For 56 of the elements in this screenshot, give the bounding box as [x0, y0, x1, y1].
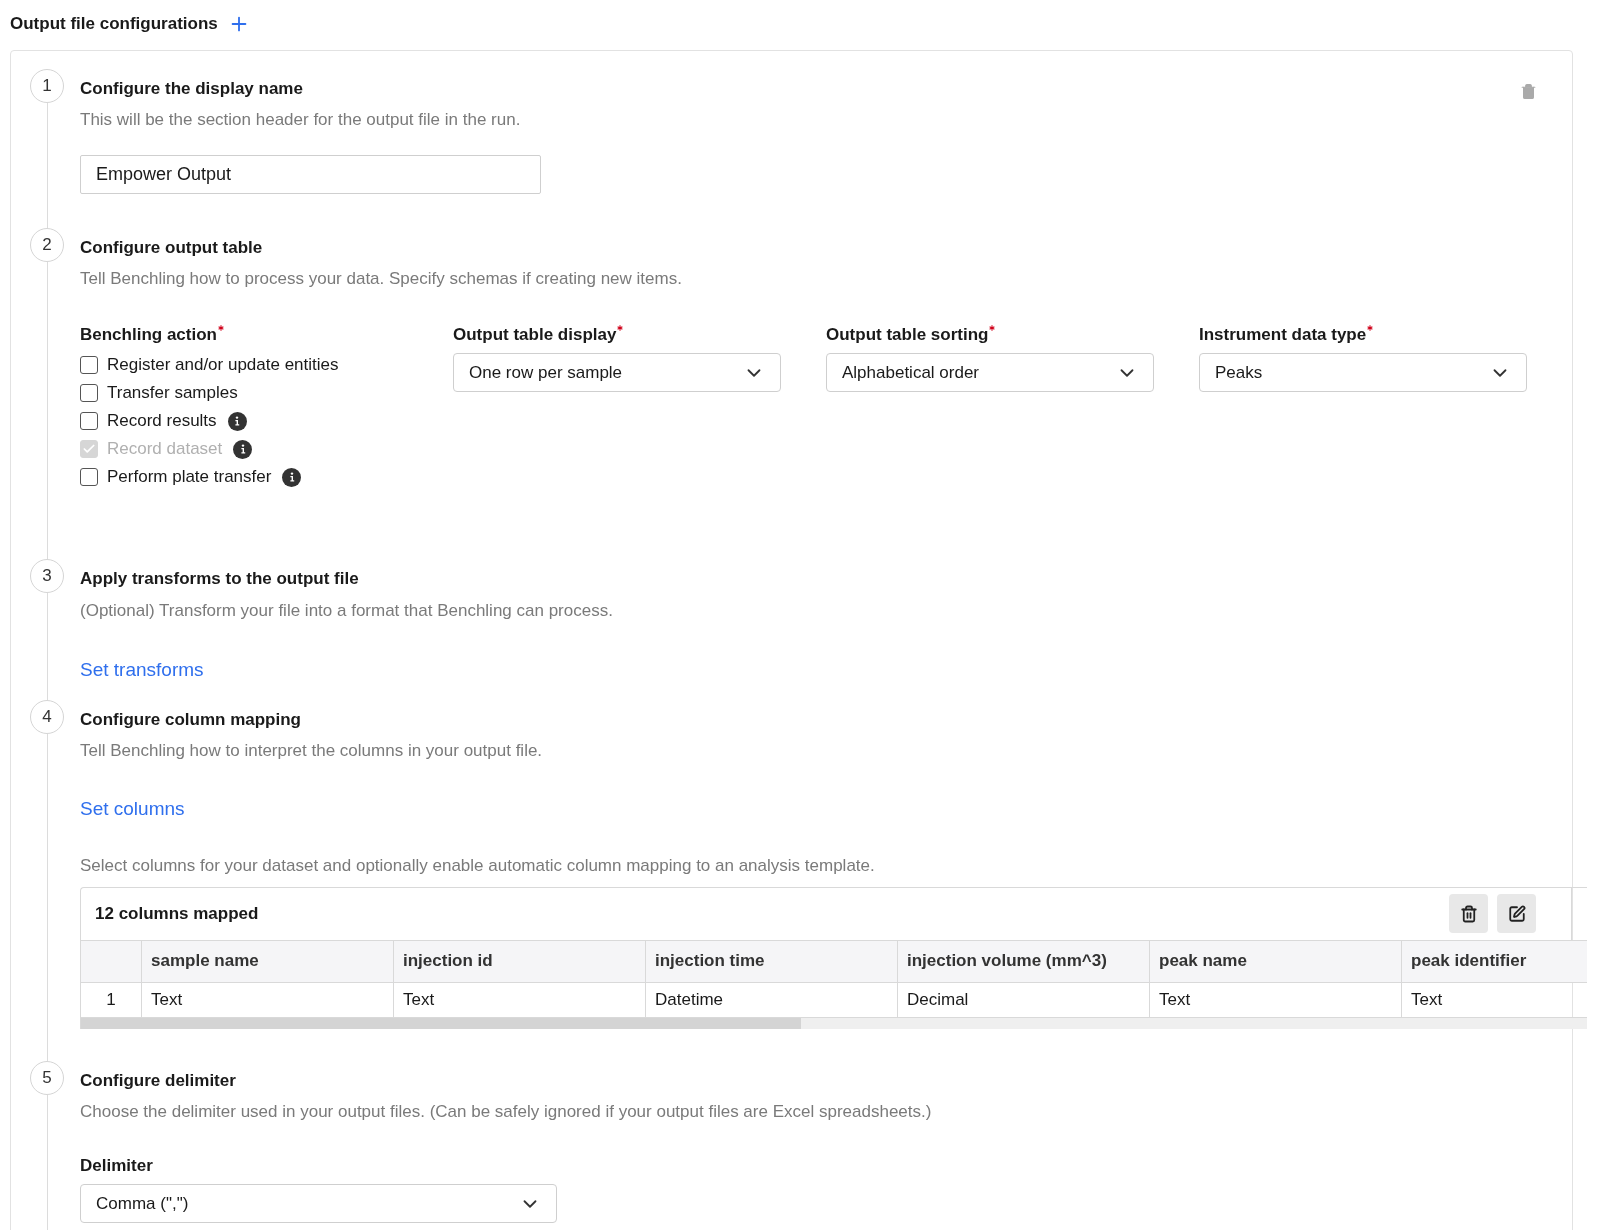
checkbox[interactable] — [80, 384, 98, 402]
column-header: peak name — [1150, 939, 1402, 982]
table-cell: Text — [142, 981, 394, 1018]
dropdown[interactable]: One row per sample — [453, 353, 781, 392]
edit-icon — [1507, 904, 1526, 923]
step-description: Tell Benchling how to process your data. Specify schemas if creating new items. — [80, 268, 682, 290]
check-icon — [82, 442, 96, 456]
info-icon[interactable] — [282, 467, 302, 487]
checkbox-label: Record dataset — [107, 438, 223, 461]
trash-icon — [1520, 82, 1537, 100]
checkbox[interactable] — [80, 356, 98, 374]
field-label: Output table sorting — [826, 323, 989, 346]
section-title: Output file configurations — [10, 13, 218, 35]
column-header: sample name — [142, 939, 394, 982]
step-description: This will be the section header for the output file in the run. — [80, 109, 521, 131]
checkbox-label: Record results — [107, 410, 217, 433]
checkbox-label: Register and/or update entities — [107, 354, 339, 377]
scrollbar-thumb[interactable] — [81, 1017, 801, 1029]
field-label: Instrument data type — [1199, 323, 1367, 346]
table-cell: Datetime — [646, 981, 898, 1018]
column-header: injection volume (mm^3) — [898, 939, 1150, 982]
column-header: injection id — [394, 939, 646, 982]
step-description: Choose the delimiter used in your output files. (Can be safely ignored if your output files are Excel spreadsheets.) — [80, 1101, 932, 1123]
checkbox[interactable] — [80, 412, 98, 430]
column-header: peak identifier — [1402, 939, 1587, 982]
step-title: Configure column mapping — [80, 708, 301, 731]
table-cell: Text — [1402, 981, 1587, 1018]
step-description: Tell Benchling how to interpret the columns in your output file. — [80, 740, 543, 762]
checkbox-label: Transfer samples — [107, 382, 238, 405]
step-title: Configure output table — [80, 236, 263, 259]
field-label: Output table display — [453, 323, 617, 346]
step-title: Configure delimiter — [80, 1069, 236, 1092]
table-cell: Text — [1150, 981, 1402, 1018]
column-header: injection time — [646, 939, 898, 982]
display-name-input[interactable]: Empower Output — [80, 154, 541, 194]
set-transforms-link[interactable]: Set transforms — [80, 656, 204, 685]
checkbox[interactable] — [80, 468, 98, 486]
dropdown[interactable]: Peaks — [1199, 353, 1527, 392]
helper-text: Select columns for your dataset and optionally enable automatic column mapping to an analysis template. — [80, 855, 876, 877]
panel-title: 12 columns mapped — [95, 902, 259, 925]
row-number: 1 — [81, 981, 142, 1018]
set-columns-link[interactable]: Set columns — [80, 794, 185, 823]
field-label: Benchling action — [80, 323, 217, 346]
trash-icon — [1459, 904, 1478, 923]
table-cell: Decimal — [898, 981, 1150, 1018]
step-description: (Optional) Transform your file into a format that Benchling can process. — [80, 599, 613, 622]
step-title: Configure the display name — [80, 77, 303, 100]
edit-button[interactable] — [1497, 894, 1536, 933]
info-icon[interactable] — [227, 411, 247, 431]
step-title: Apply transforms to the output file — [80, 568, 359, 590]
delete-button[interactable] — [1449, 894, 1488, 933]
dropdown[interactable]: Alphabetical order — [826, 353, 1154, 392]
dropdown[interactable]: Comma (",") — [80, 1184, 557, 1223]
checkbox-label: Perform plate transfer — [107, 466, 272, 489]
field-label: Delimiter — [80, 1154, 153, 1177]
table-cell: Text — [394, 981, 646, 1018]
